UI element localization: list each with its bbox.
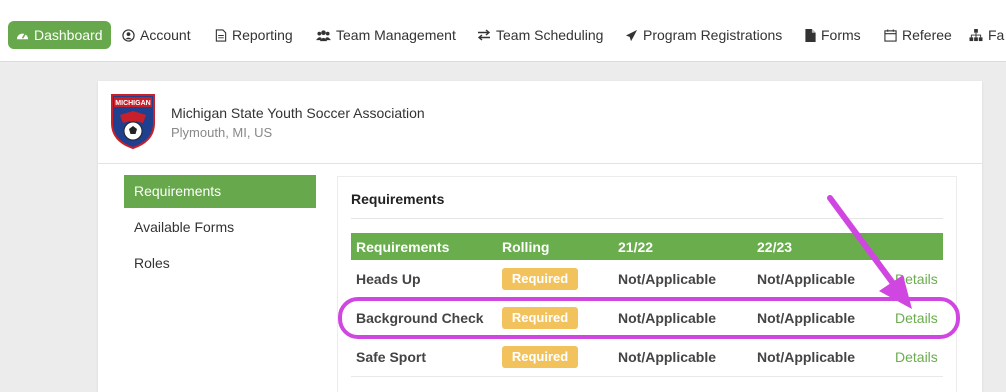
- nav-team-scheduling-label: Team Scheduling: [496, 27, 604, 43]
- column-header: 21/22: [618, 239, 654, 255]
- divider: [351, 218, 943, 219]
- organization-card: MICHIGAN Michigan State Youth Soccer Ass…: [98, 81, 982, 392]
- nav-forms[interactable]: Forms: [805, 22, 861, 48]
- sidebar-item-roles[interactable]: Roles: [124, 247, 316, 280]
- users-icon: [316, 29, 331, 42]
- details-link[interactable]: Details: [895, 271, 938, 287]
- table-header: Requirements Rolling 21/22 22/23: [351, 233, 943, 260]
- send-icon: [625, 29, 638, 42]
- nav-program-registrations[interactable]: Program Registrations: [625, 22, 782, 48]
- swap-icon: [477, 29, 491, 41]
- nav-dashboard[interactable]: Dashboard: [8, 21, 111, 49]
- nav-reporting-label: Reporting: [232, 27, 293, 43]
- top-navigation: Dashboard Account Reporting Team Managem…: [0, 0, 1006, 62]
- nav-account[interactable]: Account: [122, 22, 191, 48]
- requirement-name: Background Check: [356, 310, 484, 326]
- status-2122: Not/Applicable: [618, 349, 717, 365]
- table-row: Safe Sport Required Not/Applicable Not/A…: [351, 338, 943, 377]
- nav-fa[interactable]: Fa: [969, 22, 1004, 48]
- nav-reporting[interactable]: Reporting: [215, 22, 293, 48]
- requirement-name: Heads Up: [356, 271, 421, 287]
- status-2223: Not/Applicable: [757, 271, 856, 287]
- table-row: Heads Up Required Not/Applicable Not/App…: [351, 260, 943, 299]
- nav-dashboard-label: Dashboard: [34, 27, 103, 43]
- status-2223: Not/Applicable: [757, 349, 856, 365]
- nav-fa-label: Fa: [988, 27, 1005, 43]
- details-link[interactable]: Details: [895, 349, 938, 365]
- svg-text:MICHIGAN: MICHIGAN: [115, 100, 150, 107]
- requirements-panel: Requirements Requirements Rolling 21/22 …: [337, 176, 957, 392]
- panel-title: Requirements: [351, 191, 445, 207]
- status-2122: Not/Applicable: [618, 310, 717, 326]
- organization-location: Plymouth, MI, US: [171, 125, 273, 140]
- calendar-icon: [884, 28, 897, 42]
- status-badge: Required: [502, 307, 578, 329]
- requirements-table: Requirements Rolling 21/22 22/23 Heads U…: [351, 233, 943, 377]
- table-row: Background Check Required Not/Applicable…: [351, 299, 943, 338]
- document-icon: [215, 28, 227, 42]
- nav-team-management-label: Team Management: [336, 27, 456, 43]
- requirement-name: Safe Sport: [356, 349, 427, 365]
- status-2223: Not/Applicable: [757, 310, 856, 326]
- dashboard-icon: [16, 29, 29, 42]
- nav-forms-label: Forms: [821, 27, 861, 43]
- status-2122: Not/Applicable: [618, 271, 717, 287]
- sidebar: Requirements Available Forms Roles: [124, 175, 316, 283]
- column-header: Rolling: [502, 239, 550, 255]
- nav-referee[interactable]: Referee: [884, 22, 952, 48]
- sitemap-icon: [969, 28, 983, 42]
- organization-logo: MICHIGAN: [110, 93, 156, 150]
- file-icon: [805, 28, 816, 42]
- status-badge: Required: [502, 346, 578, 368]
- nav-team-management[interactable]: Team Management: [316, 22, 456, 48]
- nav-program-registrations-label: Program Registrations: [643, 27, 783, 43]
- nav-team-scheduling[interactable]: Team Scheduling: [477, 22, 603, 48]
- nav-referee-label: Referee: [902, 27, 952, 43]
- nav-account-label: Account: [140, 27, 191, 43]
- sidebar-item-requirements[interactable]: Requirements: [124, 175, 316, 208]
- organization-name: Michigan State Youth Soccer Association: [171, 105, 425, 121]
- account-icon: [122, 28, 135, 42]
- column-header: Requirements: [356, 239, 450, 255]
- status-badge: Required: [502, 268, 578, 290]
- organization-header: MICHIGAN Michigan State Youth Soccer Ass…: [98, 81, 982, 164]
- column-header: 22/23: [757, 239, 793, 255]
- details-link[interactable]: Details: [895, 310, 938, 326]
- sidebar-item-available-forms[interactable]: Available Forms: [124, 211, 316, 244]
